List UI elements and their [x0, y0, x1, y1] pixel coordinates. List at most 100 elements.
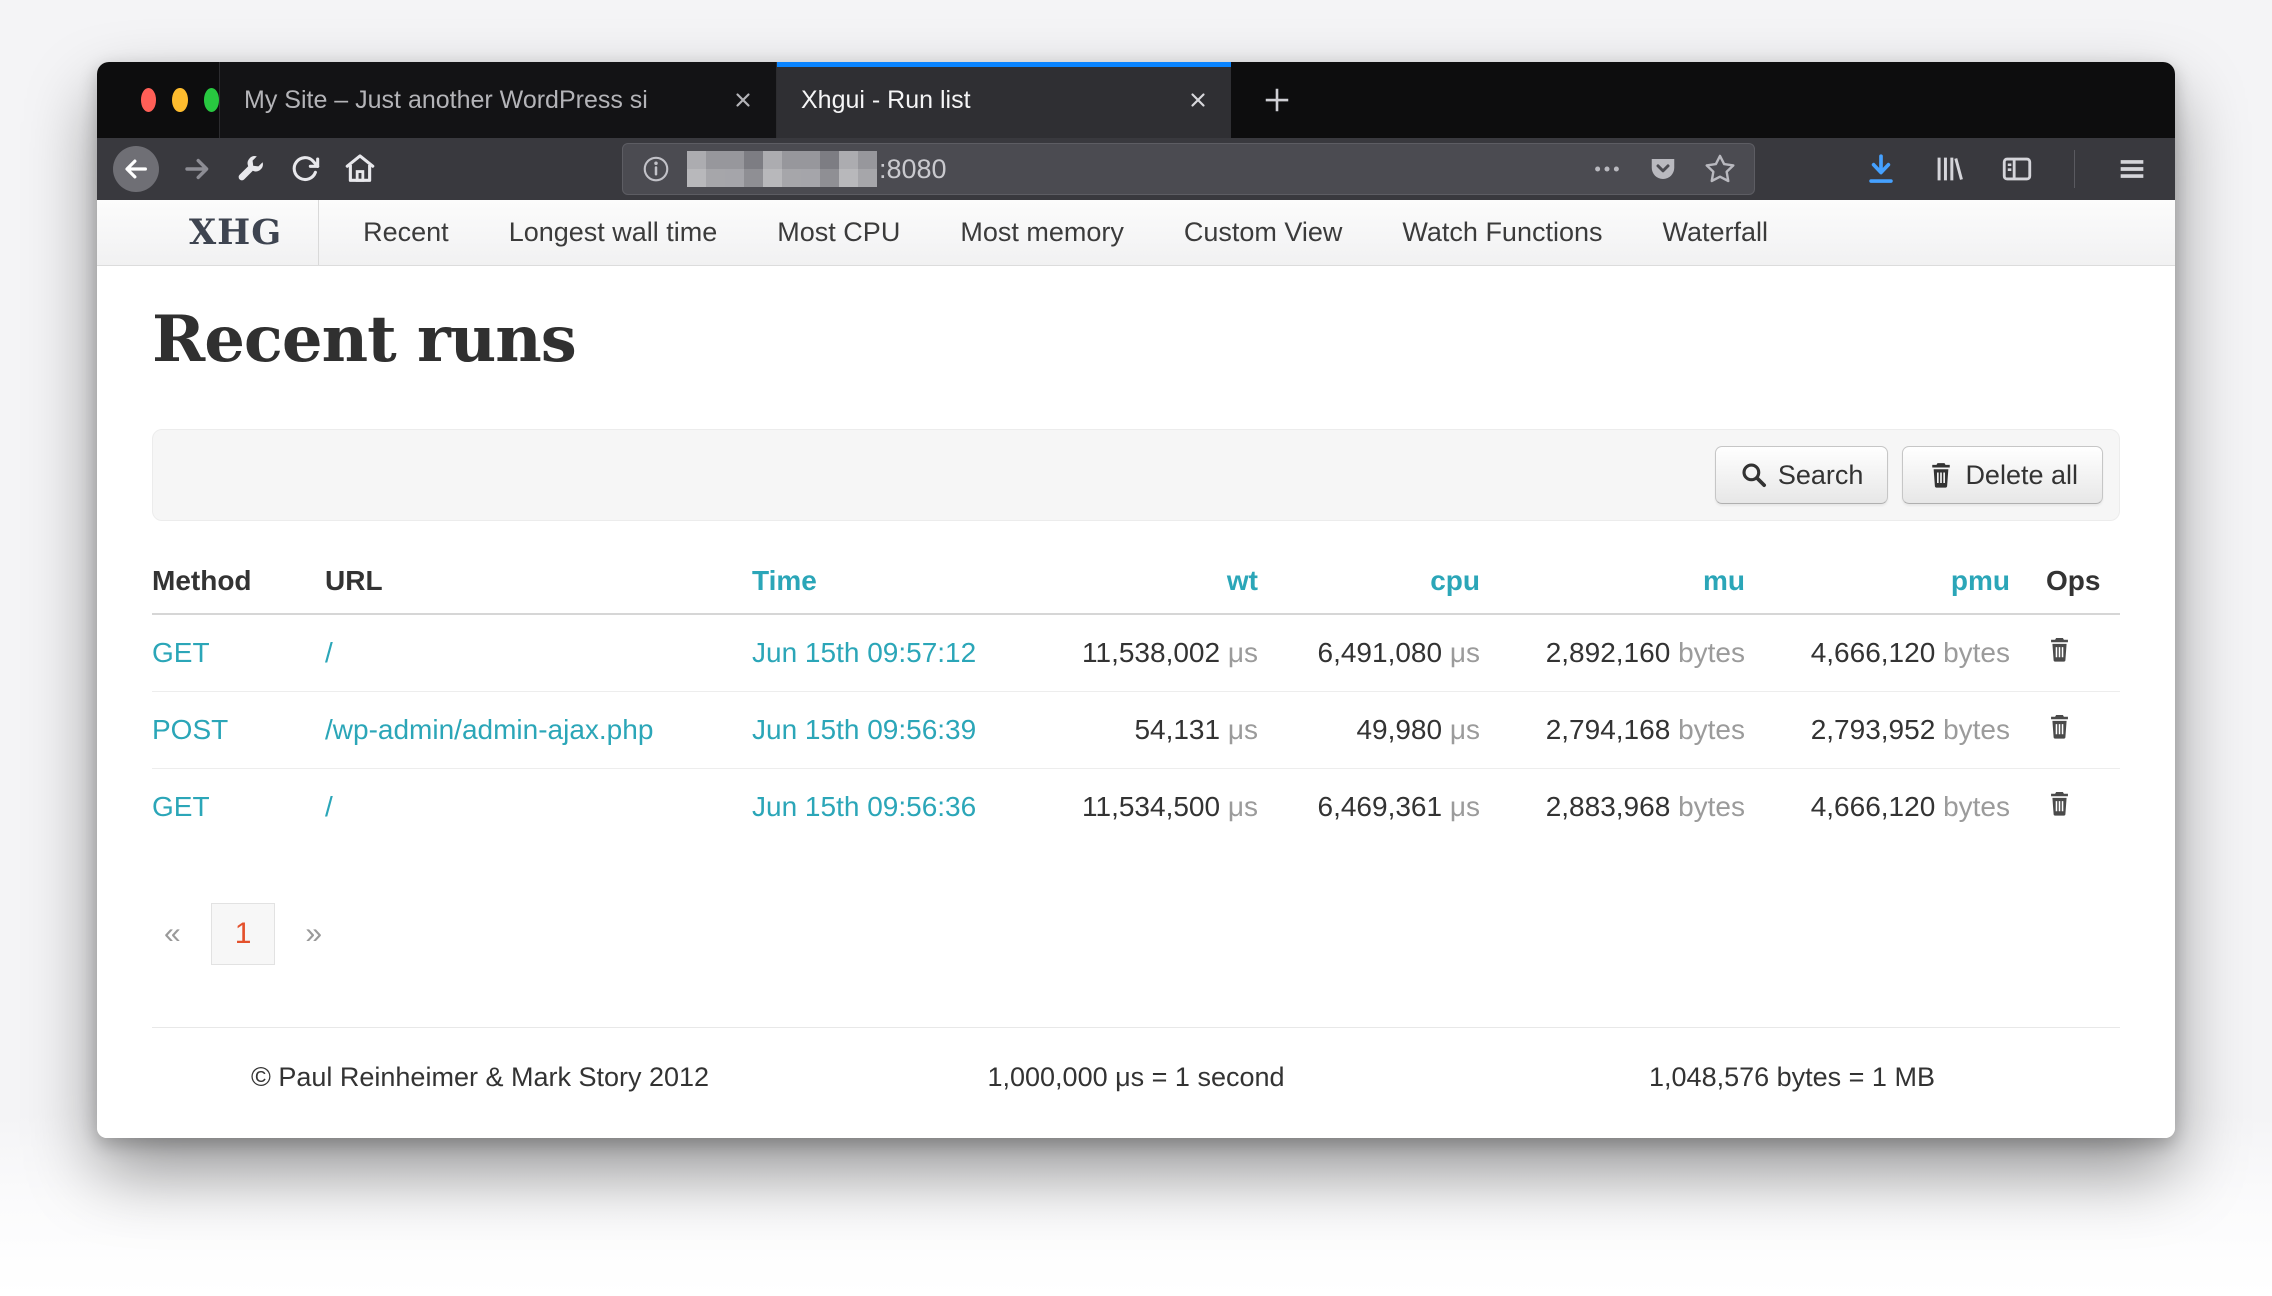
- table-row: GET / Jun 15th 09:56:36 11,534,500 μs 6,…: [152, 769, 2120, 846]
- run-url-link[interactable]: /wp-admin/admin-ajax.php: [325, 714, 653, 745]
- url-bar[interactable]: :8080: [622, 143, 1755, 195]
- table-row: POST /wp-admin/admin-ajax.php Jun 15th 0…: [152, 692, 2120, 769]
- browser-window: My Site – Just another WordPress si Xhgu…: [97, 62, 2175, 1138]
- nav-item-most-cpu[interactable]: Most CPU: [747, 217, 930, 248]
- sidebar-icon: [2000, 152, 2034, 186]
- back-button[interactable]: [113, 146, 159, 192]
- pmu-unit: bytes: [1943, 714, 2010, 745]
- pagination: « 1 »: [152, 903, 2120, 965]
- mu-unit: bytes: [1678, 637, 1745, 668]
- wrench-icon: [235, 153, 267, 185]
- bookmark-star-icon[interactable]: [1704, 153, 1736, 185]
- xhgui-navbar: XHG Recent Longest wall time Most CPU Mo…: [97, 200, 2175, 266]
- tab-xhgui-run-list[interactable]: Xhgui - Run list: [777, 62, 1231, 138]
- menu-button[interactable]: [2115, 152, 2149, 186]
- col-header-pmu[interactable]: pmu: [1745, 555, 2010, 614]
- home-icon: [343, 152, 377, 186]
- xhgui-brand[interactable]: XHG: [189, 200, 319, 265]
- page-actions-icon[interactable]: [1592, 154, 1622, 184]
- developer-tools-button[interactable]: [235, 153, 267, 185]
- search-button[interactable]: Search: [1715, 446, 1889, 504]
- tab-close-button[interactable]: [726, 83, 760, 117]
- library-icon: [1932, 152, 1966, 186]
- cpu-unit: μs: [1450, 791, 1480, 822]
- run-url-link[interactable]: /: [325, 637, 333, 668]
- pagination-prev-button[interactable]: «: [164, 917, 181, 951]
- mu-value: 2,883,968: [1546, 791, 1671, 822]
- pmu-value: 4,666,120: [1811, 637, 1936, 668]
- delete-run-button[interactable]: [2046, 713, 2073, 740]
- tab-close-button[interactable]: [1181, 83, 1215, 117]
- col-header-method: Method: [152, 555, 325, 614]
- table-header-row: Method URL Time wt cpu mu pmu Ops: [152, 555, 2120, 614]
- col-header-ops: Ops: [2010, 555, 2120, 614]
- col-header-wt[interactable]: wt: [980, 555, 1258, 614]
- pagination-page-1[interactable]: 1: [211, 903, 276, 965]
- reload-button[interactable]: [289, 153, 321, 185]
- trash-icon: [2046, 790, 2073, 817]
- run-method-link[interactable]: POST: [152, 714, 228, 745]
- delete-all-button[interactable]: Delete all: [1902, 446, 2103, 504]
- delete-all-button-label: Delete all: [1965, 460, 2078, 491]
- table-row: GET / Jun 15th 09:57:12 11,538,002 μs 6,…: [152, 614, 2120, 692]
- downloads-button[interactable]: [1864, 152, 1898, 186]
- home-button[interactable]: [343, 152, 377, 186]
- nav-item-most-memory[interactable]: Most memory: [930, 217, 1154, 248]
- search-button-label: Search: [1778, 460, 1864, 491]
- pmu-value: 4,666,120: [1811, 791, 1936, 822]
- page-title: Recent runs: [152, 302, 2120, 377]
- cpu-value: 49,980: [1356, 714, 1442, 745]
- cpu-value: 6,469,361: [1318, 791, 1443, 822]
- trash-icon: [2046, 713, 2073, 740]
- close-window-button[interactable]: [141, 88, 156, 112]
- forward-button[interactable]: [181, 153, 213, 185]
- url-port-text: :8080: [879, 154, 947, 185]
- nav-item-custom-view[interactable]: Custom View: [1154, 217, 1373, 248]
- col-header-mu[interactable]: mu: [1480, 555, 1745, 614]
- new-tab-button[interactable]: [1255, 78, 1299, 122]
- wt-value: 54,131: [1134, 714, 1220, 745]
- col-header-cpu[interactable]: cpu: [1258, 555, 1480, 614]
- pocket-icon[interactable]: [1648, 154, 1678, 184]
- site-info-icon[interactable]: [641, 154, 671, 184]
- forward-arrow-icon: [181, 153, 213, 185]
- tab-wordpress-site[interactable]: My Site – Just another WordPress si: [219, 62, 777, 138]
- footer-bytes-note: 1,048,576 bytes = 1 MB: [1464, 1062, 2120, 1093]
- delete-run-button[interactable]: [2046, 636, 2073, 663]
- nav-item-waterfall[interactable]: Waterfall: [1633, 217, 1799, 248]
- run-method-link[interactable]: GET: [152, 791, 210, 822]
- cpu-unit: μs: [1450, 714, 1480, 745]
- browser-tab-bar: My Site – Just another WordPress si Xhgu…: [97, 62, 2175, 138]
- window-controls: [97, 62, 219, 138]
- wt-unit: μs: [1228, 637, 1258, 668]
- run-url-link[interactable]: /: [325, 791, 333, 822]
- col-header-time[interactable]: Time: [752, 555, 980, 614]
- back-arrow-icon: [121, 154, 151, 184]
- desktop-background: My Site – Just another WordPress si Xhgu…: [0, 0, 2272, 1296]
- close-icon: [732, 89, 754, 111]
- run-time-link[interactable]: Jun 15th 09:57:12: [752, 637, 976, 668]
- run-method-link[interactable]: GET: [152, 637, 210, 668]
- wt-value: 11,534,500: [1082, 791, 1220, 822]
- nav-item-recent[interactable]: Recent: [333, 217, 479, 248]
- trash-icon: [2046, 636, 2073, 663]
- zoom-window-button[interactable]: [204, 88, 219, 112]
- nav-item-longest-wall-time[interactable]: Longest wall time: [479, 217, 748, 248]
- cpu-unit: μs: [1450, 637, 1480, 668]
- pmu-unit: bytes: [1943, 791, 2010, 822]
- nav-item-watch-functions[interactable]: Watch Functions: [1372, 217, 1632, 248]
- run-time-link[interactable]: Jun 15th 09:56:36: [752, 791, 976, 822]
- browser-toolbar: :8080: [97, 138, 2175, 200]
- library-button[interactable]: [1932, 152, 1966, 186]
- tab-title: Xhgui - Run list: [801, 86, 1167, 115]
- delete-run-button[interactable]: [2046, 790, 2073, 817]
- minimize-window-button[interactable]: [172, 88, 187, 112]
- toolbar-separator: [2074, 150, 2075, 188]
- pagination-next-button[interactable]: »: [305, 917, 322, 951]
- cpu-value: 6,491,080: [1318, 637, 1443, 668]
- plus-icon: [1262, 85, 1292, 115]
- close-icon: [1187, 89, 1209, 111]
- sidebar-toggle-button[interactable]: [2000, 152, 2034, 186]
- pmu-value: 2,793,952: [1811, 714, 1936, 745]
- run-time-link[interactable]: Jun 15th 09:56:39: [752, 714, 976, 745]
